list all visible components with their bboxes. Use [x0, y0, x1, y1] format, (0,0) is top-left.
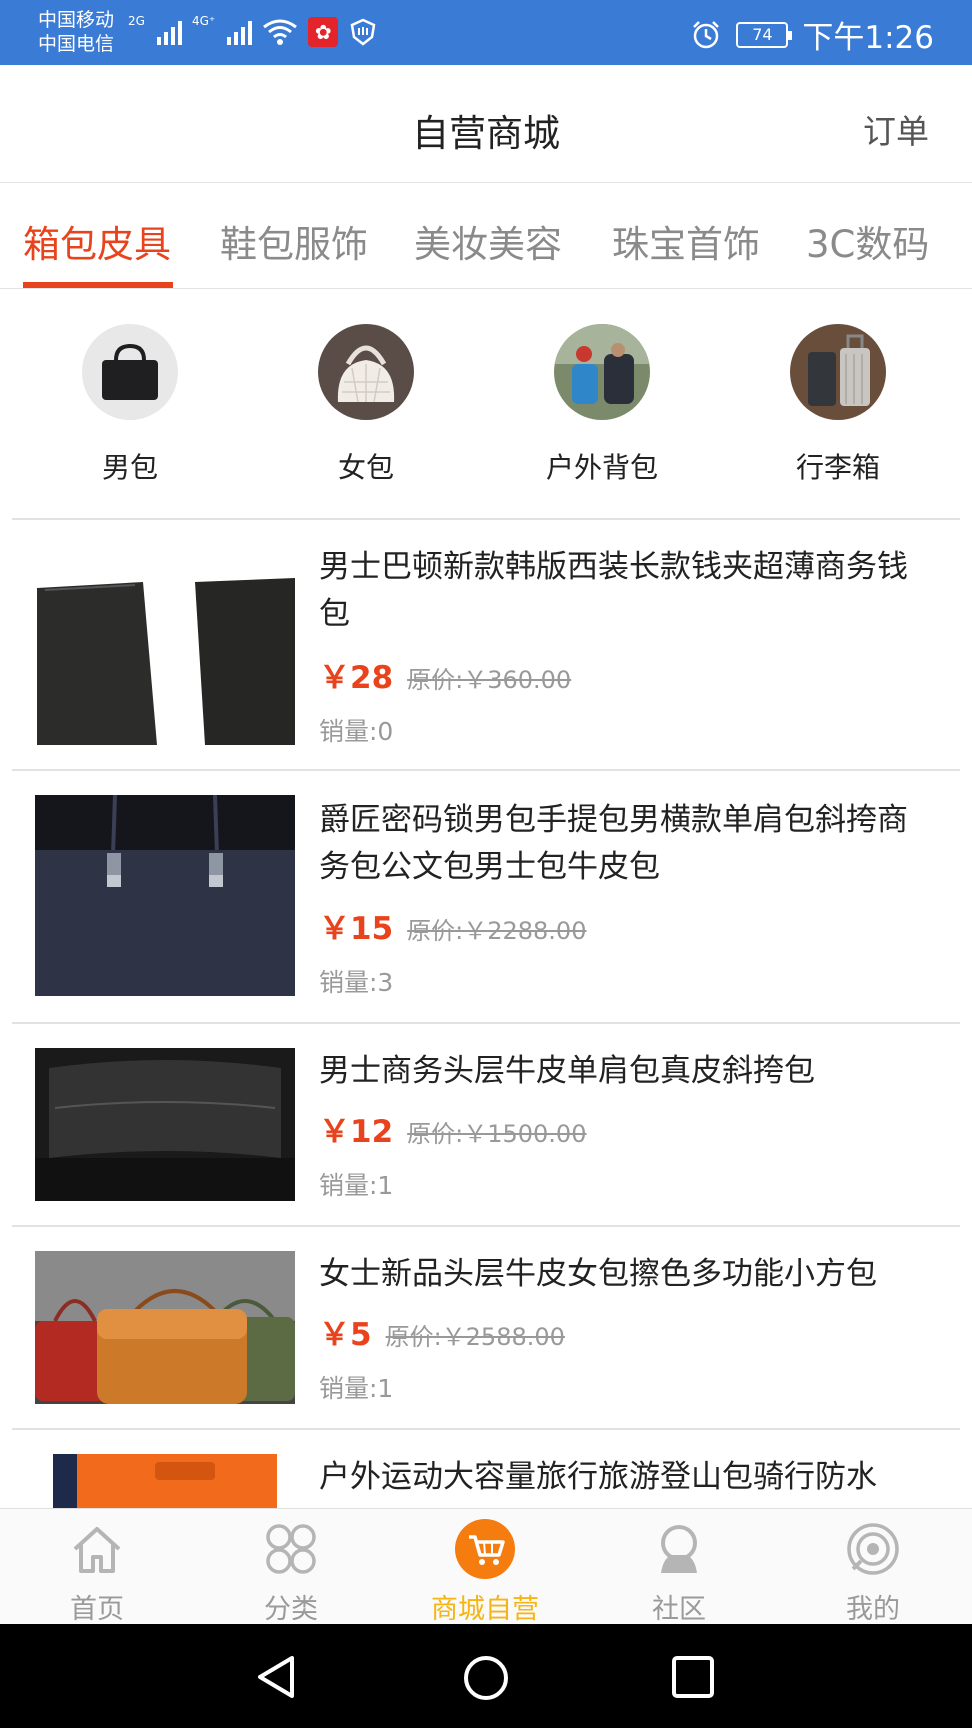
navy-briefcase-photo: [35, 795, 295, 996]
signal-strength-icon: [156, 19, 182, 45]
product-item[interactable]: 女士新品头层牛皮女包擦色多功能小方包 ￥5 原价:￥2588.00 销量:1: [12, 1229, 960, 1430]
battery-icon: 74: [736, 21, 793, 48]
status-bar: 中国移动 中国电信 2G 4G⁺ ✿ 74 下午1:26: [0, 0, 972, 65]
original-price: 原价:￥360.00: [407, 666, 572, 694]
sales-count: 销量:0: [319, 717, 394, 746]
subcategory-label: 户外背包: [545, 451, 658, 484]
price-line: ￥5 原价:￥2588.00: [319, 1309, 565, 1354]
original-price: 原价:￥2288.00: [407, 917, 587, 945]
carrier-1: 中国移动: [38, 9, 115, 31]
network-2g-label: 2G: [128, 14, 145, 28]
network-4g-label: 4G⁺: [191, 14, 216, 28]
active-tab-indicator: [23, 282, 173, 288]
luggage-photo: [790, 324, 886, 420]
nav-community[interactable]: 社区: [582, 1509, 776, 1625]
app-header: 自营商城 订单: [0, 65, 972, 183]
tab-bags-leather[interactable]: 箱包皮具: [23, 214, 171, 268]
wifi-icon: [263, 19, 298, 45]
bottom-navigation: 首页 分类 商城自营 社区 我的: [0, 1508, 972, 1625]
shield-notification-icon: [350, 18, 376, 46]
product-price: ￥12: [319, 1114, 394, 1150]
subcategory-label: 行李箱: [795, 451, 880, 484]
mens-bag-photo: [82, 324, 178, 420]
nav-label: 我的: [846, 1594, 900, 1625]
subcategory-row: 男包 女包 户外背包 行李箱: [0, 290, 972, 518]
product-item[interactable]: 男士巴顿新款韩版西装长款钱夹超薄商务钱包 ￥28 原价:￥360.00 销量:0: [12, 520, 960, 771]
price-line: ￥12 原价:￥1500.00: [319, 1106, 586, 1151]
app-screen: 中国移动 中国电信 2G 4G⁺ ✿ 74 下午1:26 自营商城 订单 箱包皮…: [0, 0, 972, 1728]
recent-apps-icon[interactable]: [670, 1654, 716, 1700]
tab-jewelry[interactable]: 珠宝首饰: [612, 214, 760, 268]
color-handbags-photo: [35, 1251, 295, 1404]
womens-bag-photo: [318, 324, 414, 420]
back-icon[interactable]: [254, 1654, 300, 1700]
system-navigation-bar: [0, 1624, 972, 1728]
nav-label: 商城自营: [431, 1594, 539, 1625]
black-leather-bag-photo: [35, 1048, 295, 1201]
subcategory-mens-bag[interactable]: 男包: [50, 324, 210, 486]
subcategory-outdoor-backpack[interactable]: 户外背包: [522, 324, 682, 486]
product-price: ￥15: [319, 911, 394, 947]
backpack-photo: [554, 324, 650, 420]
price-line: ￥28 原价:￥360.00: [319, 652, 571, 697]
tab-3c-digital[interactable]: 3C数码: [806, 214, 929, 268]
nav-label: 分类: [264, 1594, 318, 1625]
product-price: ￥5: [319, 1317, 372, 1353]
orders-button[interactable]: 订单: [863, 105, 929, 153]
status-right: 74 下午1:26: [690, 12, 934, 57]
carrier-info: 中国移动 中国电信: [38, 8, 114, 56]
nav-home[interactable]: 首页: [0, 1509, 194, 1625]
nav-mall[interactable]: 商城自营: [388, 1509, 582, 1625]
community-icon: [661, 1525, 697, 1573]
clock: 下午1:26: [802, 20, 934, 56]
nav-label: 首页: [70, 1594, 124, 1625]
black-wallet-photo: [35, 568, 295, 745]
product-item[interactable]: 男士商务头层牛皮单肩包真皮斜挎包 ￥12 原价:￥1500.00 销量:1: [12, 1026, 960, 1227]
subcategory-label: 女包: [337, 451, 394, 484]
home-icon: [73, 1527, 121, 1573]
subcategory-label: 男包: [101, 451, 158, 484]
product-title: 男士巴顿新款韩版西装长款钱夹超薄商务钱包: [319, 549, 908, 632]
nav-label: 社区: [652, 1594, 706, 1625]
orange-backpack-photo: [35, 1454, 295, 1514]
subcategory-luggage[interactable]: 行李箱: [758, 324, 918, 486]
tab-shoes-apparel[interactable]: 鞋包服饰: [220, 214, 368, 268]
category-tabs: 箱包皮具 鞋包服饰 美妆美容 珠宝首饰 3C数码: [0, 184, 972, 289]
profile-icon: [847, 1523, 899, 1575]
cart-icon: [455, 1519, 515, 1579]
carrier-2: 中国电信: [38, 33, 115, 55]
signal-strength-icon-2: [227, 19, 253, 45]
sales-count: 销量:1: [319, 1374, 394, 1403]
status-icons: 2G 4G⁺ ✿: [128, 14, 378, 50]
alarm-icon: [693, 20, 720, 48]
page-title: 自营商城: [412, 112, 560, 155]
product-title: 户外运动大容量旅行旅游登山包骑行防水: [319, 1459, 877, 1495]
tab-beauty[interactable]: 美妆美容: [414, 214, 562, 268]
product-title: 女士新品头层牛皮女包擦色多功能小方包: [319, 1256, 877, 1292]
product-title: 爵匠密码锁男包手提包男横款单肩包斜挎商务包公文包男士包牛皮包: [319, 802, 908, 885]
nav-profile[interactable]: 我的: [776, 1509, 970, 1625]
sales-count: 销量:3: [319, 968, 394, 997]
nav-category[interactable]: 分类: [194, 1509, 388, 1625]
home-circle-icon[interactable]: [462, 1654, 510, 1702]
original-price: 原价:￥1500.00: [407, 1120, 587, 1148]
sales-count: 销量:1: [319, 1171, 394, 1200]
product-item[interactable]: 爵匠密码锁男包手提包男横款单肩包斜挎商务包公文包男士包牛皮包 ￥15 原价:￥2…: [12, 773, 960, 1024]
product-price: ￥28: [319, 660, 394, 696]
original-price: 原价:￥2588.00: [385, 1323, 565, 1351]
price-line: ￥15 原价:￥2288.00: [319, 903, 586, 948]
product-title: 男士商务头层牛皮单肩包真皮斜挎包: [319, 1053, 815, 1089]
subcategory-womens-bag[interactable]: 女包: [286, 324, 446, 486]
category-icon: [266, 1524, 316, 1574]
app-notification-icon: ✿: [308, 17, 339, 47]
